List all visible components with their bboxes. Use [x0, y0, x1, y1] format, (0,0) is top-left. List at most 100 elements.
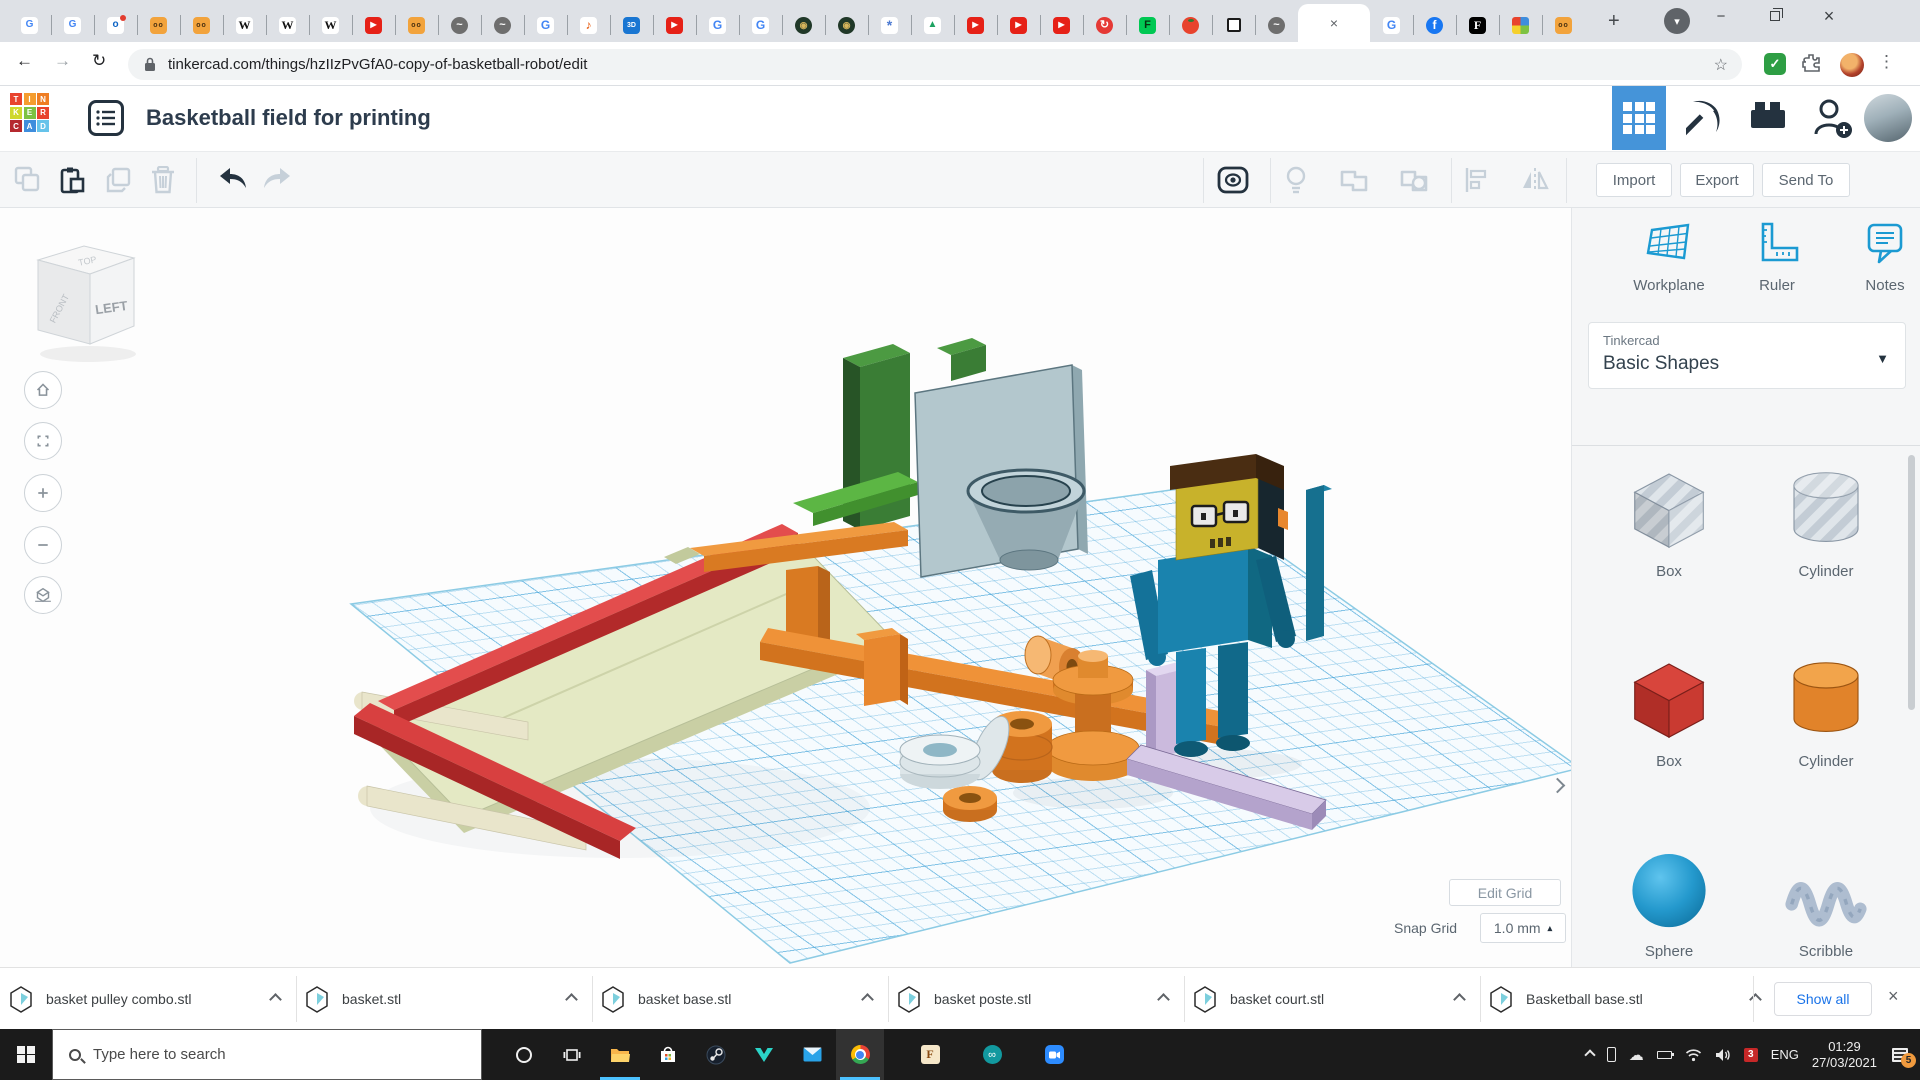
tab-tomato[interactable] [1169, 8, 1212, 42]
tab-brackets[interactable] [1212, 8, 1255, 42]
tab-flower[interactable]: * [868, 8, 911, 42]
fusion360-button[interactable]: F [906, 1029, 954, 1080]
tab-audio[interactable]: ♪ [567, 8, 610, 42]
zoom-app-button[interactable] [1030, 1029, 1078, 1080]
tab-f-black[interactable]: F [1456, 8, 1499, 42]
window-close-button[interactable]: × [1806, 0, 1852, 32]
tab-google-4[interactable]: G [1370, 8, 1413, 42]
forward-icon[interactable]: → [54, 51, 71, 71]
tab-robot-1[interactable]: oo [137, 8, 180, 42]
download-item[interactable]: basket pulley combo.stl [10, 968, 286, 1030]
home-view-button[interactable] [24, 371, 62, 409]
shape-library-dropdown[interactable]: Tinkercad Basic Shapes ▼ [1588, 322, 1906, 389]
snap-grid-select[interactable]: 1.0 mm ▴ [1480, 913, 1566, 943]
tab-youtube-3[interactable]: ▶ [954, 8, 997, 42]
download-item[interactable]: basket.stl [306, 968, 582, 1030]
export-button[interactable]: Export [1680, 163, 1754, 197]
align-icon[interactable] [1462, 166, 1490, 194]
tab-f-green[interactable]: F [1126, 8, 1169, 42]
window-restore-button[interactable] [1752, 0, 1798, 32]
shape-scribble[interactable]: Scribble [1761, 838, 1891, 960]
tab-wikipedia-2[interactable]: W [266, 8, 309, 42]
ungroup-icon[interactable] [1398, 166, 1430, 194]
task-view-button[interactable] [548, 1029, 596, 1080]
show-all-eye-icon[interactable] [1217, 166, 1249, 194]
delete-icon[interactable] [150, 166, 176, 194]
download-item[interactable]: basket poste.stl [898, 968, 1174, 1030]
tab-globe-3[interactable]: ~ [1255, 8, 1298, 42]
taskbar-search-input[interactable]: Type here to search [52, 1029, 482, 1080]
extensions-puzzle-icon[interactable] [1801, 53, 1821, 73]
tab-google-1[interactable]: G [524, 8, 567, 42]
url-omnibox[interactable]: tinkercad.com/things/hzIIzPvGfA0-copy-of… [128, 49, 1742, 80]
new-tab-button[interactable]: + [1608, 10, 1620, 33]
orange-ring[interactable] [943, 786, 997, 822]
arduino-button[interactable]: ∞ [968, 1029, 1016, 1080]
shape-sphere[interactable]: Sphere [1604, 838, 1734, 960]
tab-youtube-2[interactable]: ▶ [653, 8, 696, 42]
group-icon[interactable] [1338, 166, 1370, 194]
window-minimize-button[interactable]: − [1698, 0, 1744, 32]
chevron-up-icon[interactable] [565, 993, 578, 1006]
tab-3d-viewer[interactable]: 3D [610, 8, 653, 42]
close-downloads-bar-icon[interactable]: × [1888, 986, 1899, 1007]
tab-globe-1[interactable]: ~ [438, 8, 481, 42]
zoom-in-button[interactable] [24, 474, 62, 512]
chevron-up-icon[interactable] [269, 993, 282, 1006]
shape-cylinder-orange[interactable]: Cylinder [1761, 648, 1891, 770]
tab-youtube-5[interactable]: ▶ [1040, 8, 1083, 42]
tab-youtube-4[interactable]: ▶ [997, 8, 1040, 42]
import-button[interactable]: Import [1596, 163, 1672, 197]
tab-drive[interactable]: ▲ [911, 8, 954, 42]
teal-slab[interactable] [1306, 485, 1332, 641]
undo-icon[interactable] [218, 166, 248, 192]
tab-globe-2[interactable]: ~ [481, 8, 524, 42]
predator-button[interactable] [740, 1029, 788, 1080]
chevron-up-icon[interactable] [1749, 993, 1762, 1006]
tab-google-2[interactable]: G [696, 8, 739, 42]
copy-icon[interactable] [14, 166, 40, 192]
tray-expand-chevron[interactable] [1586, 1051, 1594, 1059]
browser-profile-avatar[interactable] [1840, 53, 1864, 77]
cortana-button[interactable] [500, 1029, 548, 1080]
chrome-button[interactable] [836, 1029, 884, 1080]
send-to-button[interactable]: Send To [1762, 163, 1850, 197]
tab-refresh[interactable]: ↻ [1083, 8, 1126, 42]
tab-active-tinkercad[interactable]: × [1298, 4, 1370, 42]
reload-icon[interactable]: ↻ [92, 51, 106, 71]
chevron-up-icon[interactable] [1453, 993, 1466, 1006]
show-all-downloads-button[interactable]: Show all [1774, 982, 1872, 1016]
view-cube[interactable]: LEFT FRONT TOP [18, 226, 158, 366]
volume-icon[interactable] [1715, 1048, 1731, 1062]
shape-box-striped[interactable]: Box [1604, 458, 1734, 580]
extension-check-icon[interactable]: ✓ [1764, 53, 1786, 75]
download-item[interactable]: basket base.stl [602, 968, 878, 1030]
design-title[interactable]: Basketball field for printing [146, 105, 431, 131]
mirror-icon[interactable] [1520, 166, 1550, 194]
notes-tool[interactable]: Notes [1840, 222, 1920, 294]
tab-robot-4[interactable]: oo [1542, 8, 1585, 42]
tab-wikipedia-1[interactable]: W [223, 8, 266, 42]
tab-outlook[interactable]: o [94, 8, 137, 42]
duplicate-icon[interactable] [104, 166, 132, 194]
tab-facebook[interactable]: f [1413, 8, 1456, 42]
design-menu-button[interactable] [88, 100, 124, 136]
minecraft-pickaxe-icon[interactable] [1686, 98, 1722, 136]
tab-emblem-1[interactable]: ◉ [782, 8, 825, 42]
blocks-view-button[interactable] [1612, 86, 1666, 150]
paste-icon[interactable] [58, 166, 86, 194]
tab-robot-2[interactable]: oo [180, 8, 223, 42]
tab-robot-3[interactable]: oo [395, 8, 438, 42]
edit-grid-button[interactable]: Edit Grid [1449, 879, 1561, 906]
tab-youtube-1[interactable]: ▶ [352, 8, 395, 42]
tab-google-3[interactable]: G [739, 8, 782, 42]
microsoft-store-button[interactable] [644, 1029, 692, 1080]
ruler-tool[interactable]: Ruler [1732, 222, 1822, 294]
tinkercad-logo[interactable]: T I N K E R C A D [10, 93, 49, 132]
browser-menu-icon[interactable]: ⋮ [1878, 52, 1895, 72]
tab-tinkercad[interactable] [1499, 8, 1542, 42]
tab-translate-1[interactable]: G [8, 8, 51, 42]
download-item[interactable]: basket court.stl [1194, 968, 1470, 1030]
brick-icon[interactable] [1748, 98, 1788, 134]
updates-tray-icon[interactable]: 3 [1744, 1048, 1758, 1062]
